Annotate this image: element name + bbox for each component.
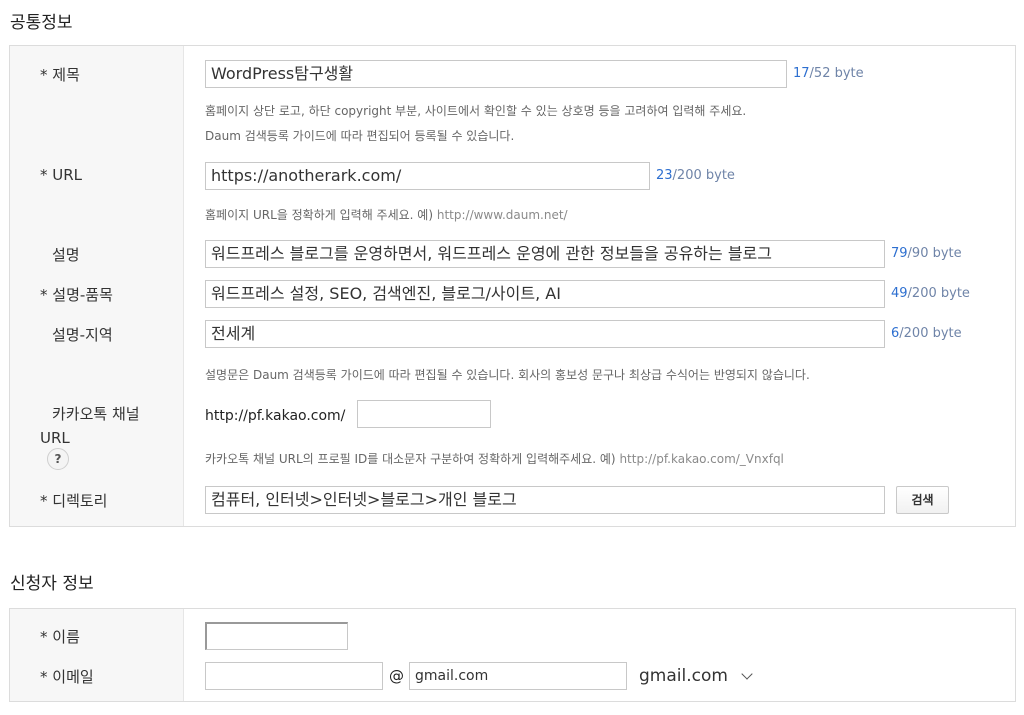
email-domain-select[interactable]: gmail.com — [639, 666, 728, 686]
product-count-current: 49 — [891, 286, 908, 301]
kakao-help-text: 카카오톡 채널 URL의 프로필 ID를 대소문자 구분하여 정확하게 입력해주… — [205, 452, 616, 466]
url-help: 홈페이지 URL을 정확하게 입력해 주세요. 예) http://www.da… — [205, 206, 568, 223]
name-label: * 이름 — [40, 628, 80, 646]
desc-help: 설명문은 Daum 검색등록 가이드에 따라 편집될 수 있습니다. 회사의 홍… — [205, 368, 810, 382]
url-byte-count: 23/200 byte — [656, 168, 735, 183]
region-byte-count: 6/200 byte — [891, 326, 962, 341]
desc-count-max: /90 byte — [907, 246, 962, 261]
email-domain-input[interactable]: gmail.com — [409, 662, 627, 690]
product-byte-count: 49/200 byte — [891, 286, 970, 301]
url-input[interactable]: https://anotherark.com/ — [205, 162, 650, 190]
name-input[interactable] — [205, 622, 348, 650]
desc-count-current: 79 — [891, 246, 908, 261]
region-input[interactable]: 전세계 — [205, 320, 885, 348]
chevron-down-icon[interactable] — [741, 668, 753, 680]
url-count-max: /200 byte — [672, 168, 735, 183]
label-column — [10, 609, 184, 701]
email-at-sign: @ — [389, 667, 404, 685]
common-info-panel: * 제목 WordPress탐구생활 17/52 byte 홈페이지 상단 로고… — [9, 45, 1016, 527]
kakao-help: 카카오톡 채널 URL의 프로필 ID를 대소문자 구분하여 정확하게 입력해주… — [205, 450, 784, 467]
kakao-label-line1: 카카오톡 채널 — [52, 405, 140, 423]
url-count-current: 23 — [656, 168, 673, 183]
question-circle-icon[interactable]: ? — [47, 448, 69, 470]
title-help-2: Daum 검색등록 가이드에 따라 편집되어 등록될 수 있습니다. — [205, 129, 515, 143]
email-label: * 이메일 — [40, 668, 94, 686]
section-title-applicant: 신청자 정보 — [10, 574, 94, 594]
kakao-label-line2: URL — [40, 429, 70, 447]
title-count-max: /52 byte — [809, 66, 864, 81]
directory-label: * 디렉토리 — [40, 492, 108, 510]
desc-byte-count: 79/90 byte — [891, 246, 962, 261]
title-label: * 제목 — [40, 66, 80, 84]
region-label: 설명-지역 — [52, 326, 113, 344]
region-count-max: /200 byte — [899, 326, 962, 341]
title-help-1: 홈페이지 상단 로고, 하단 copyright 부분, 사이트에서 확인할 수… — [205, 104, 747, 118]
desc-input[interactable]: 워드프레스 블로그를 운영하면서, 워드프레스 운영에 관한 정보들을 공유하는… — [205, 240, 885, 268]
product-label: * 설명-품목 — [40, 286, 113, 304]
url-help-text: 홈페이지 URL을 정확하게 입력해 주세요. 예) — [205, 208, 434, 222]
directory-search-button[interactable]: 검색 — [896, 486, 949, 514]
title-input[interactable]: WordPress탐구생활 — [205, 60, 787, 88]
url-help-example: http://www.daum.net/ — [436, 208, 568, 222]
kakao-url-prefix: http://pf.kakao.com/ — [205, 408, 346, 424]
product-count-max: /200 byte — [907, 286, 970, 301]
title-byte-count: 17/52 byte — [793, 66, 864, 81]
url-label: * URL — [40, 166, 83, 184]
applicant-info-panel: * 이름 * 이메일 @ gmail.com gmail.com — [9, 608, 1016, 702]
directory-input[interactable]: 컴퓨터, 인터넷>인터넷>블로그>개인 블로그 — [205, 486, 885, 514]
kakao-channel-input[interactable] — [357, 400, 491, 428]
desc-label: 설명 — [52, 246, 80, 264]
kakao-help-example: http://pf.kakao.com/_Vnxfql — [619, 452, 784, 466]
product-input[interactable]: 워드프레스 설정, SEO, 검색엔진, 블로그/사이트, AI — [205, 280, 885, 308]
title-count-current: 17 — [793, 66, 810, 81]
section-title-common: 공통정보 — [10, 13, 73, 33]
email-user-input[interactable] — [205, 662, 383, 690]
